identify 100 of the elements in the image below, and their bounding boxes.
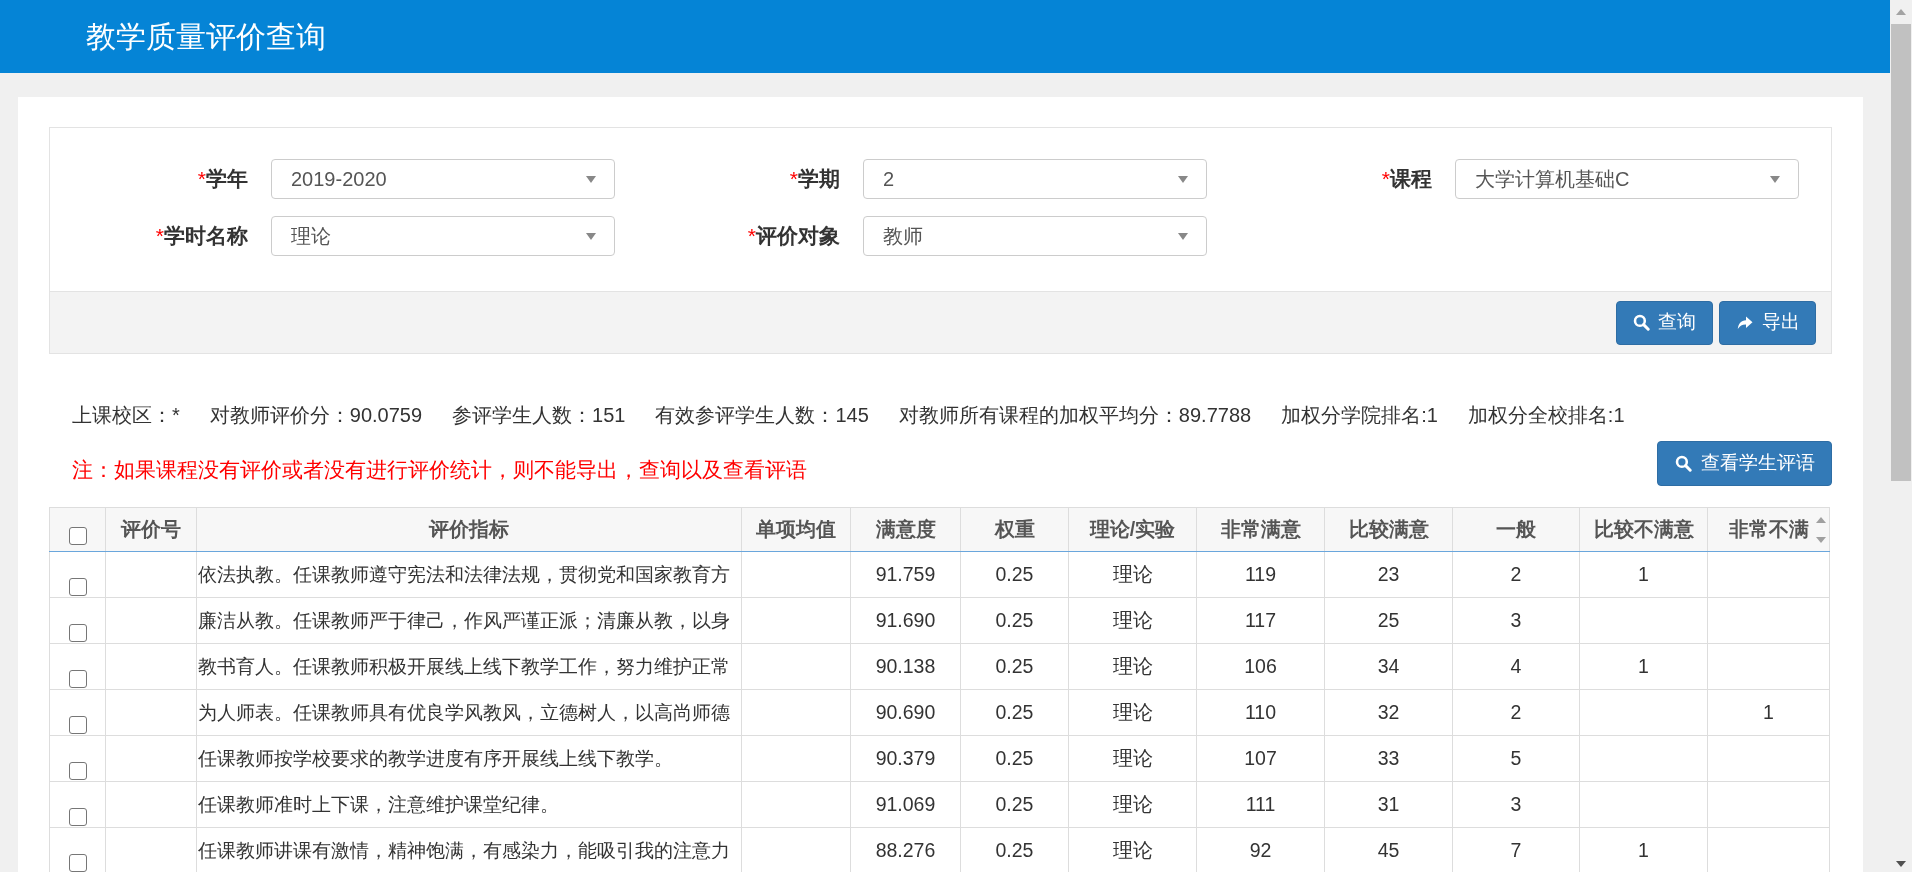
table-cell: 理论 [1068,643,1197,690]
row-checkbox[interactable] [68,670,87,688]
row-checkbox[interactable] [68,716,87,734]
caret-down-icon [586,232,596,240]
table-cell: 0.25 [960,551,1069,598]
table-cell: 1 [1707,689,1830,736]
table-cell: 教书育人。任课教师积极开展线上线下教学工作，努力维护正常 [196,643,742,690]
select-field[interactable]: 教师 [863,216,1207,256]
row-checkbox[interactable] [68,808,87,826]
table-cell: 0.25 [960,735,1069,782]
table-cell: 25 [1324,597,1453,644]
column-header: 理论/实验 [1068,507,1197,552]
page-title: 教学质量评价查询 [86,18,326,55]
table-cell: 2 [1452,689,1580,736]
table-cell: 119 [1196,551,1325,598]
field-label: 学期 [798,166,840,192]
search-icon [1674,455,1692,472]
table-cell: 91.069 [850,781,961,828]
table-cell: 理论 [1068,597,1197,644]
select-field[interactable]: 理论 [271,216,615,256]
column-header: 一般 [1452,507,1580,552]
table-cell: 32 [1324,689,1453,736]
scrollbar-thumb[interactable] [1891,24,1911,481]
table-cell: 为人师表。任课教师具有优良学风教风，立德树人，以高尚师德 [196,689,742,736]
view-comments-button[interactable]: 查看学生评语 [1657,441,1832,486]
table-cell: 107 [1196,735,1325,782]
table-cell: 3 [1452,781,1580,828]
table-cell: 任课教师按学校要求的教学进度有序开展线上线下教学。 [196,735,742,782]
required-mark: * [747,223,756,249]
stat-text: 加权分全校排名:1 [1467,403,1625,427]
required-mark: * [1381,166,1390,192]
select-field[interactable]: 2019-2020 [271,159,615,199]
search-button[interactable]: 查询 [1616,300,1713,345]
table-cell: 理论 [1068,781,1197,828]
column-header: 比较满意 [1324,507,1453,552]
table-cell: 3 [1452,597,1580,644]
table-cell: 任课教师准时上下课，注意维护课堂纪律。 [196,781,742,828]
table-cell: 理论 [1068,689,1197,736]
scroll-down-icon[interactable] [1896,861,1906,867]
column-header: 单项均值 [741,507,851,552]
table-cell: 117 [1196,597,1325,644]
table-cell: 34 [1324,643,1453,690]
select-all-checkbox[interactable] [68,527,87,545]
table-cell: 0.25 [960,781,1069,828]
field-label: 评价对象 [756,223,840,249]
table-cell: 91.690 [850,597,961,644]
field-label: 学年 [206,166,248,192]
row-checkbox[interactable] [68,762,87,780]
table-cell: 91.759 [850,551,961,598]
table-cell: 依法执教。任课教师遵守宪法和法律法规，贯彻党和国家教育方 [196,551,742,598]
column-header: 满意度 [850,507,961,552]
stat-text: 对教师所有课程的加权平均分：89.7788 [898,403,1252,427]
search-icon [1633,314,1650,331]
table-cell: 任课教师讲课有激情，精神饱满，有感染力，能吸引我的注意力 [196,827,742,872]
stat-text: 上课校区：* [72,403,180,427]
table-cell: 0.25 [960,689,1069,736]
required-mark: * [155,223,164,249]
table-cell: 31 [1324,781,1453,828]
table-cell: 理论 [1068,551,1197,598]
table-cell: 90.690 [850,689,961,736]
curved-arrow-icon [1735,314,1754,331]
column-header: 非常满意 [1196,507,1325,552]
table-cell: 106 [1196,643,1325,690]
table-cell: 0.25 [960,597,1069,644]
select-field[interactable]: 大学计算机基础C [1455,159,1799,199]
row-checkbox[interactable] [68,854,87,872]
table-cell: 5 [1452,735,1580,782]
column-header: 评价号 [105,507,197,552]
column-header: 比较不满意 [1579,507,1708,552]
export-button[interactable]: 导出 [1719,300,1816,345]
select-field[interactable]: 2 [863,159,1207,199]
required-mark: * [197,166,206,192]
table-cell: 1 [1579,643,1708,690]
table-cell: 33 [1324,735,1453,782]
column-header: 评价指标 [196,507,742,552]
stat-text: 对教师评价分：90.0759 [209,403,423,427]
field-label: 学时名称 [164,223,248,249]
row-checkbox[interactable] [68,578,87,596]
table-cell: 廉洁从教。任课教师严于律己，作风严谨正派；清廉从教，以身 [196,597,742,644]
table-cell: 111 [1196,781,1325,828]
column-header: 权重 [960,507,1069,552]
stat-text: 参评学生人数：151 [452,403,626,427]
stat-text: 有效参评学生人数：145 [655,403,869,427]
table-cell: 2 [1452,551,1580,598]
table-cell: 理论 [1068,735,1197,782]
stat-text: 加权分学院排名:1 [1281,403,1438,427]
field-label: 课程 [1390,166,1432,192]
table-cell: 110 [1196,689,1325,736]
table-cell: 0.25 [960,643,1069,690]
note-text: 注：如果课程没有评价或者没有进行评价统计，则不能导出，查询以及查看评语 [71,457,807,483]
row-checkbox[interactable] [68,624,87,642]
required-mark: * [789,166,798,192]
table-cell: 4 [1452,643,1580,690]
scroll-up-icon[interactable] [1815,517,1826,523]
table-cell: 90.138 [850,643,961,690]
table-cell: 1 [1579,551,1708,598]
caret-down-icon [1770,175,1780,183]
table-cell: 23 [1324,551,1453,598]
caret-down-icon [1178,175,1188,183]
caret-down-icon [586,175,596,183]
